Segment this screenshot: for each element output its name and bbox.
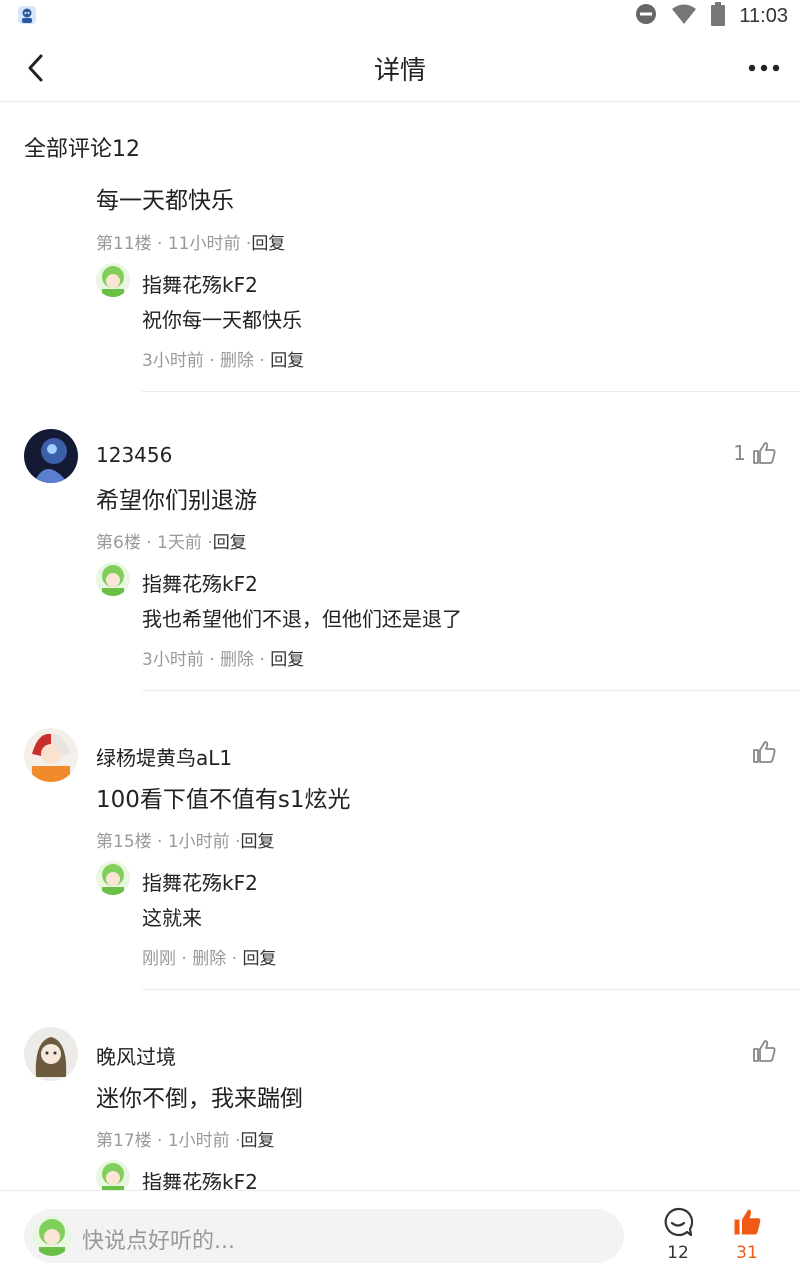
reply-meta: 刚刚 · 删除 · 回复: [142, 949, 277, 969]
comment-time: 1天前: [157, 533, 202, 553]
reply-text: 我也希望他们不退，但他们还是退了: [142, 607, 462, 631]
user-avatar[interactable]: [24, 728, 78, 782]
reply-link[interactable]: 回复: [242, 949, 276, 969]
divider: [142, 690, 800, 691]
reply-link[interactable]: 回复: [213, 533, 247, 553]
more-button[interactable]: [742, 46, 786, 90]
reply-time: 3小时前: [142, 650, 204, 670]
divider: [142, 989, 800, 990]
app-notification-icon: [16, 4, 38, 26]
comment-floor: 第17楼: [96, 1131, 152, 1151]
reply-link[interactable]: 回复: [241, 832, 275, 852]
comment-floor: 第6楼: [96, 533, 141, 553]
comment-input[interactable]: 快说点好听的...: [24, 1209, 624, 1263]
comment-meta: 第17楼 · 1小时前 ·回复: [96, 1131, 275, 1151]
thumbs-up-icon: [753, 1040, 776, 1062]
reply-link[interactable]: 回复: [241, 1131, 275, 1151]
delete-link[interactable]: 删除: [220, 351, 254, 371]
reply-text: 祝你每一天都快乐: [142, 308, 302, 332]
divider: [142, 391, 800, 392]
comment-meta: 第6楼 · 1天前 ·回复: [96, 533, 247, 553]
like-count: 1: [733, 441, 746, 465]
do-not-disturb-icon: [635, 3, 657, 29]
comment-text: 100看下值不值有s1炫光: [96, 787, 351, 813]
reply-link[interactable]: 回复: [251, 234, 285, 254]
reply-avatar[interactable]: [96, 1160, 130, 1190]
like-post-button[interactable]: 31: [717, 1207, 777, 1271]
comment-input-placeholder: 快说点好听的...: [82, 1229, 235, 1254]
comment-meta: 第15楼 · 1小时前 ·回复: [96, 832, 275, 852]
reply-link[interactable]: 回复: [270, 650, 304, 670]
thumbs-up-icon: [753, 442, 776, 464]
reply-username[interactable]: 指舞花殇kF2: [142, 568, 258, 597]
more-icon: [748, 64, 780, 72]
status-bar: 11:03: [0, 0, 800, 32]
comment-meta: 第11楼 · 11小时前 ·回复: [96, 234, 286, 254]
section-title: 全部评论12: [24, 137, 140, 162]
comment-text: 希望你们别退游: [96, 488, 257, 514]
comment-username[interactable]: 绿杨堤黄鸟aL1: [96, 742, 232, 771]
reply-meta: 3小时前 · 删除 · 回复: [142, 351, 305, 371]
user-avatar[interactable]: [24, 1027, 78, 1081]
battery-icon: [711, 2, 726, 30]
reply-text: 这就来: [142, 906, 202, 930]
comment-time: 1小时前: [167, 832, 230, 852]
bottom-bar: 快说点好听的... 12 31: [0, 1190, 800, 1280]
comment-floor: 第11楼: [96, 234, 152, 254]
reply-link[interactable]: 回复: [270, 351, 304, 371]
comment-time: 11小时前: [167, 234, 241, 254]
my-avatar: [32, 1216, 72, 1256]
reply-avatar[interactable]: [96, 562, 130, 596]
comment-icon: [664, 1207, 694, 1237]
comment-floor: 第15楼: [96, 832, 152, 852]
comment-count: 12: [667, 1243, 689, 1263]
delete-link[interactable]: 删除: [220, 650, 254, 670]
status-time: 11:03: [739, 4, 788, 27]
comment-time: 1小时前: [167, 1131, 230, 1151]
comment-text: 每一天都快乐: [96, 188, 234, 214]
delete-link[interactable]: 删除: [192, 949, 226, 969]
thumbs-up-filled-icon: [734, 1209, 761, 1235]
reply-meta: 3小时前 · 删除 · 回复: [142, 650, 305, 670]
comments-button[interactable]: 12: [648, 1207, 708, 1271]
page-title: 详情: [373, 56, 426, 86]
reply-username[interactable]: 指舞花殇kF2: [142, 269, 258, 298]
like-count: 31: [736, 1243, 758, 1263]
comments-list[interactable]: 全部评论12 每一天都快乐 第11楼 · 11小时前 ·回复 指舞花殇kF2 祝…: [0, 103, 800, 1190]
reply-username[interactable]: 指舞花殇kF2: [142, 867, 258, 896]
reply-time: 3小时前: [142, 351, 204, 371]
wifi-icon: [671, 3, 697, 29]
like-button[interactable]: 1: [733, 441, 776, 465]
reply-avatar[interactable]: [96, 861, 130, 895]
comment-text: 迷你不倒，我来踹倒: [96, 1086, 303, 1112]
reply-time: 刚刚: [142, 949, 176, 969]
header: 详情: [0, 32, 800, 102]
comment-username[interactable]: 晚风过境: [96, 1041, 176, 1070]
reply-avatar[interactable]: [96, 263, 130, 297]
user-avatar[interactable]: [24, 429, 78, 483]
comment-username[interactable]: 123456: [96, 443, 172, 467]
like-button[interactable]: [752, 740, 776, 764]
thumbs-up-icon: [753, 741, 776, 763]
reply-username[interactable]: 指舞花殇kF2: [142, 1166, 258, 1190]
like-button[interactable]: [752, 1039, 776, 1063]
